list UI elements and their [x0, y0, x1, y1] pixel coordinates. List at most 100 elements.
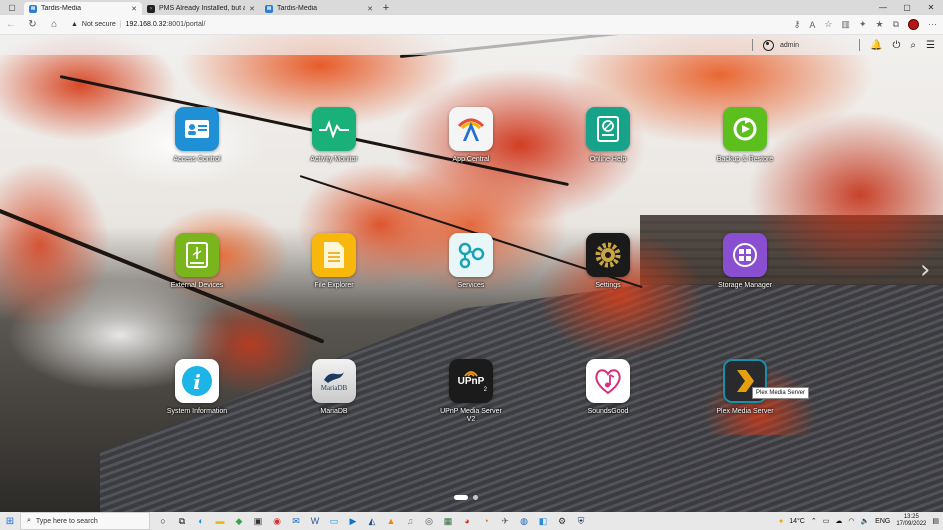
- app-icon[interactable]: ◍: [517, 515, 531, 527]
- search-icon[interactable]: ⌕: [910, 40, 916, 51]
- app-label: System Information: [166, 408, 228, 415]
- file-manager-icon[interactable]: ▬: [213, 515, 227, 527]
- app-label: Plex Media Server: [716, 408, 774, 415]
- menu-icon[interactable]: ☰: [926, 40, 935, 51]
- app-icon[interactable]: ◧: [536, 515, 550, 527]
- tab-close-icon[interactable]: ✕: [367, 5, 373, 13]
- settings-icon[interactable]: ⚙: [555, 515, 569, 527]
- settings-gear-icon: [586, 233, 630, 277]
- security-icon[interactable]: ⛨: [574, 515, 588, 527]
- user-menu[interactable]: admin: [762, 39, 800, 51]
- app-system-information[interactable]: i System Information: [149, 359, 245, 416]
- app-settings[interactable]: Settings: [560, 233, 656, 290]
- app-file-explorer[interactable]: File Explorer: [286, 233, 382, 290]
- close-window-icon[interactable]: ✕: [919, 3, 943, 12]
- app-label: SoundsGood: [587, 408, 629, 415]
- app-icon[interactable]: ◭: [365, 515, 379, 527]
- chrome-icon[interactable]: ◕: [460, 515, 474, 527]
- app-icon[interactable]: ▶: [346, 515, 360, 527]
- extensions-icon[interactable]: ✦: [859, 19, 867, 30]
- app-icon[interactable]: ♫: [403, 515, 417, 527]
- split-screen-icon[interactable]: ▥: [841, 19, 850, 30]
- wifi-icon[interactable]: ◠: [848, 517, 854, 525]
- access-control-icon: [175, 107, 219, 151]
- network-icon[interactable]: ▭: [823, 517, 830, 525]
- app-icon[interactable]: ▭: [327, 515, 341, 527]
- key-icon[interactable]: ⚷: [794, 19, 801, 30]
- clock[interactable]: 13:25 17/09/2022: [896, 514, 926, 528]
- app-icon[interactable]: ▣: [251, 515, 265, 527]
- home-icon[interactable]: ⌂: [43, 19, 65, 30]
- search-placeholder: Type here to search: [35, 517, 98, 525]
- tab-close-icon[interactable]: ✕: [131, 5, 137, 13]
- edge-icon[interactable]: ◐: [194, 515, 208, 527]
- taskbar: ⊞ ⌕ Type here to search ○ ⧉ ◐ ▬ ◆ ▣ ◉ ✉ …: [0, 512, 943, 530]
- weather-text[interactable]: 14°C: [789, 518, 805, 525]
- url-divider: |: [119, 21, 122, 28]
- toolbar-divider: [859, 39, 861, 51]
- app-online-help[interactable]: Online Help: [560, 107, 656, 164]
- back-icon[interactable]: ←: [0, 19, 22, 30]
- refresh-icon[interactable]: ↻: [22, 19, 44, 30]
- upnp-icon: UPnP 2: [449, 359, 493, 403]
- address-bar-icons: ⚷ A ☆ ▥ ✦ ★ ⧉ ⋯: [794, 19, 943, 30]
- tab-pms-forum[interactable]: › PMS Already Installed, but askin ✕: [142, 2, 260, 15]
- minimize-icon[interactable]: —: [871, 3, 895, 12]
- app-icon[interactable]: ▦: [441, 515, 455, 527]
- tab-tardis-media-2[interactable]: ≋ Tardis-Media ✕: [260, 2, 378, 15]
- app-mariadb[interactable]: MariaDB MariaDB: [286, 359, 382, 416]
- notifications-icon[interactable]: ▤: [932, 517, 939, 525]
- app-upnp-media-server[interactable]: UPnP 2 UPnP Media Server V2: [423, 359, 519, 424]
- volume-icon[interactable]: 🔈: [860, 517, 869, 525]
- app-soundsgood[interactable]: SoundsGood: [560, 359, 656, 416]
- profile-avatar[interactable]: [908, 19, 919, 30]
- page-dot-active[interactable]: [454, 495, 468, 500]
- task-view-icon[interactable]: ⧉: [175, 515, 189, 527]
- app-services[interactable]: Services: [423, 233, 519, 290]
- maximize-icon[interactable]: ▢: [895, 3, 919, 12]
- firefox-icon[interactable]: ◔: [479, 515, 493, 527]
- tab-actions-icon[interactable]: ▢: [0, 0, 24, 15]
- outlook-icon[interactable]: ✉: [289, 515, 303, 527]
- app-icon[interactable]: ◎: [422, 515, 436, 527]
- more-menu-icon[interactable]: ⋯: [928, 19, 937, 30]
- browser-tab-strip: ▢ ≋ Tardis-Media ✕ › PMS Already Install…: [0, 0, 943, 15]
- collections-icon[interactable]: ⧉: [893, 19, 899, 30]
- power-icon[interactable]: ⏻: [893, 40, 901, 51]
- app-access-control[interactable]: Access Control: [149, 107, 245, 164]
- notification-bell-icon[interactable]: 🔔: [870, 40, 882, 51]
- app-external-devices[interactable]: External Devices: [149, 233, 245, 290]
- info-glyph: i: [193, 370, 201, 394]
- word-icon[interactable]: W: [308, 515, 322, 527]
- app-backup-restore[interactable]: Backup & Restore: [697, 107, 793, 164]
- app-icon[interactable]: ◆: [232, 515, 246, 527]
- taskbar-search[interactable]: ⌕ Type here to search: [20, 512, 150, 530]
- tab-tardis-media-1[interactable]: ≋ Tardis-Media ✕: [24, 2, 142, 15]
- language-indicator[interactable]: ENG: [875, 518, 890, 525]
- app-icon[interactable]: ◉: [270, 515, 284, 527]
- chevron-up-icon[interactable]: ⌃: [811, 517, 817, 525]
- mariadb-seal-icon: MariaDB: [312, 359, 356, 403]
- clock-time: 13:25: [903, 514, 919, 520]
- app-label: Backup & Restore: [716, 156, 774, 163]
- app-icon[interactable]: ✈: [498, 515, 512, 527]
- app-activity-monitor[interactable]: Activity Monitor: [286, 107, 382, 164]
- favorites-icon[interactable]: ★: [875, 19, 883, 30]
- cortana-icon[interactable]: ○: [156, 515, 170, 527]
- app-app-central[interactable]: App Central: [423, 107, 519, 164]
- username: admin: [779, 41, 800, 49]
- next-page-arrow-icon[interactable]: ›: [920, 255, 930, 285]
- url-field[interactable]: ▲ Not secure | 192.168.0.32:8001/portal/: [65, 17, 794, 33]
- read-aloud-icon[interactable]: A: [809, 20, 815, 30]
- new-tab-button[interactable]: +: [378, 2, 394, 15]
- vlc-icon[interactable]: ▲: [384, 515, 398, 527]
- tab-title: Tardis-Media: [41, 5, 82, 12]
- onedrive-icon[interactable]: ☁: [835, 517, 842, 525]
- windows-start-icon[interactable]: ⊞: [0, 516, 20, 527]
- portal-toolbar: admin 🔔 ⏻ ⌕ ☰: [0, 35, 943, 55]
- page-dot[interactable]: [473, 495, 478, 500]
- favorite-star-icon[interactable]: ☆: [824, 19, 832, 30]
- app-storage-manager[interactable]: Storage Manager: [697, 233, 793, 290]
- tab-close-icon[interactable]: ✕: [249, 5, 255, 13]
- user-icon: [762, 39, 774, 51]
